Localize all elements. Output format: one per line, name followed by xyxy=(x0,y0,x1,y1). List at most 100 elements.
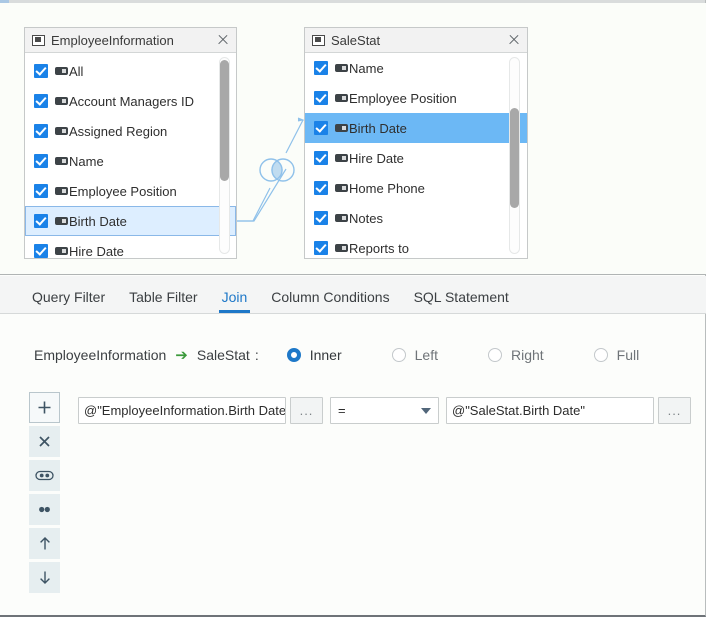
table-panel-employeeinformation[interactable]: EmployeeInformation All Account Managers… xyxy=(24,27,237,259)
field-icon xyxy=(335,214,348,222)
field-label: Assigned Region xyxy=(69,124,167,139)
field-checkbox[interactable] xyxy=(314,241,328,255)
chevron-down-icon xyxy=(421,408,431,414)
join-type-radio-group: Inner Left Right Full xyxy=(287,347,640,363)
field-checkbox[interactable] xyxy=(34,64,48,78)
add-condition-button[interactable] xyxy=(29,392,60,423)
tab-table-filter[interactable]: Table Filter xyxy=(117,290,209,313)
list-item[interactable]: Hire Date xyxy=(25,236,236,258)
panel-header: EmployeeInformation xyxy=(25,28,236,53)
field-list: All Account Managers ID Assigned Region … xyxy=(25,56,236,258)
venn-join-icon xyxy=(260,159,294,181)
join-target-table: SaleStat xyxy=(197,347,250,363)
move-up-button[interactable] xyxy=(29,528,60,559)
radio-indicator[interactable] xyxy=(287,348,301,362)
field-icon xyxy=(335,244,348,252)
radio-indicator[interactable] xyxy=(594,348,608,362)
radio-indicator[interactable] xyxy=(392,348,406,362)
table-panel-salestat[interactable]: SaleStat Name Employee Position Bir xyxy=(304,27,528,259)
tab-column-conditions[interactable]: Column Conditions xyxy=(259,290,401,313)
remove-condition-button[interactable] xyxy=(29,426,60,457)
operator-select[interactable]: = xyxy=(330,397,439,424)
scrollbar-thumb[interactable] xyxy=(510,108,519,208)
list-item[interactable]: Employee Position xyxy=(305,83,527,113)
close-icon[interactable] xyxy=(507,33,521,47)
field-icon xyxy=(335,94,348,102)
radio-full[interactable]: Full xyxy=(594,347,640,363)
list-item-selected[interactable]: Birth Date xyxy=(305,113,527,143)
radio-label: Right xyxy=(511,347,544,363)
field-label: Hire Date xyxy=(349,151,404,166)
field-icon xyxy=(335,124,348,132)
list-item[interactable]: Assigned Region xyxy=(25,116,236,146)
tab-join[interactable]: Join xyxy=(210,290,260,313)
join-source-table: EmployeeInformation xyxy=(34,347,166,363)
field-checkbox[interactable] xyxy=(314,151,328,165)
panel-body: All Account Managers ID Assigned Region … xyxy=(25,53,236,258)
ungroup-condition-button[interactable] xyxy=(29,494,60,525)
join-diagram-area: EmployeeInformation All Account Managers… xyxy=(0,3,706,275)
field-icon xyxy=(55,157,68,165)
list-item[interactable]: Employee Position xyxy=(25,176,236,206)
list-item[interactable]: Notes xyxy=(305,203,527,233)
radio-right[interactable]: Right xyxy=(488,347,544,363)
radio-label: Left xyxy=(415,347,438,363)
field-checkbox[interactable] xyxy=(34,244,48,258)
field-label: Birth Date xyxy=(69,214,127,229)
tab-sql-statement[interactable]: SQL Statement xyxy=(402,290,521,313)
list-item[interactable]: Hire Date xyxy=(305,143,527,173)
field-checkbox[interactable] xyxy=(34,214,48,228)
close-icon[interactable] xyxy=(216,33,230,47)
panel-title: EmployeeInformation xyxy=(51,33,216,48)
group-condition-button[interactable] xyxy=(29,460,60,491)
right-expression-browse-button[interactable]: ... xyxy=(658,397,691,424)
vertical-scrollbar[interactable] xyxy=(219,57,230,254)
field-checkbox[interactable] xyxy=(314,61,328,75)
tab-query-filter[interactable]: Query Filter xyxy=(20,290,117,313)
group-icon xyxy=(35,469,54,482)
move-down-button[interactable] xyxy=(29,562,60,593)
cross-icon xyxy=(38,435,51,448)
field-icon xyxy=(55,67,68,75)
list-item[interactable]: Reports to xyxy=(305,233,527,258)
ungroup-icon xyxy=(35,503,54,516)
field-label: Employee Position xyxy=(349,91,457,106)
list-item[interactable]: Home Phone xyxy=(305,173,527,203)
field-label: Hire Date xyxy=(69,244,124,259)
field-label: Account Managers ID xyxy=(69,94,194,109)
arrow-up-icon xyxy=(38,536,52,551)
radio-inner[interactable]: Inner xyxy=(287,347,342,363)
left-expression-browse-button[interactable]: ... xyxy=(290,397,323,424)
field-icon xyxy=(55,127,68,135)
field-label: Home Phone xyxy=(349,181,425,196)
table-icon xyxy=(312,35,325,46)
list-item-selected[interactable]: Birth Date xyxy=(25,206,236,236)
list-item[interactable]: Account Managers ID xyxy=(25,86,236,116)
field-icon xyxy=(335,154,348,162)
list-item[interactable]: Name xyxy=(305,53,527,83)
radio-indicator[interactable] xyxy=(488,348,502,362)
field-checkbox[interactable] xyxy=(314,181,328,195)
join-colon: : xyxy=(255,347,259,363)
field-checkbox[interactable] xyxy=(34,154,48,168)
scrollbar-thumb[interactable] xyxy=(220,60,229,181)
field-checkbox[interactable] xyxy=(34,94,48,108)
arrow-down-icon xyxy=(38,570,52,585)
join-type-row: EmployeeInformation ➔ SaleStat : Inner L… xyxy=(0,336,706,374)
field-checkbox[interactable] xyxy=(34,124,48,138)
right-expression-input[interactable]: @"SaleStat.Birth Date" xyxy=(446,397,654,424)
list-item[interactable]: All xyxy=(25,56,236,86)
field-icon xyxy=(55,217,68,225)
left-expression-input[interactable]: @"EmployeeInformation.Birth Date" xyxy=(78,397,286,424)
field-checkbox[interactable] xyxy=(314,121,328,135)
field-checkbox[interactable] xyxy=(34,184,48,198)
panel-title: SaleStat xyxy=(331,33,507,48)
field-icon xyxy=(55,187,68,195)
field-checkbox[interactable] xyxy=(314,91,328,105)
vertical-scrollbar[interactable] xyxy=(509,57,520,254)
field-checkbox[interactable] xyxy=(314,211,328,225)
field-icon xyxy=(55,97,68,105)
radio-left[interactable]: Left xyxy=(392,347,438,363)
radio-label: Inner xyxy=(310,347,342,363)
list-item[interactable]: Name xyxy=(25,146,236,176)
